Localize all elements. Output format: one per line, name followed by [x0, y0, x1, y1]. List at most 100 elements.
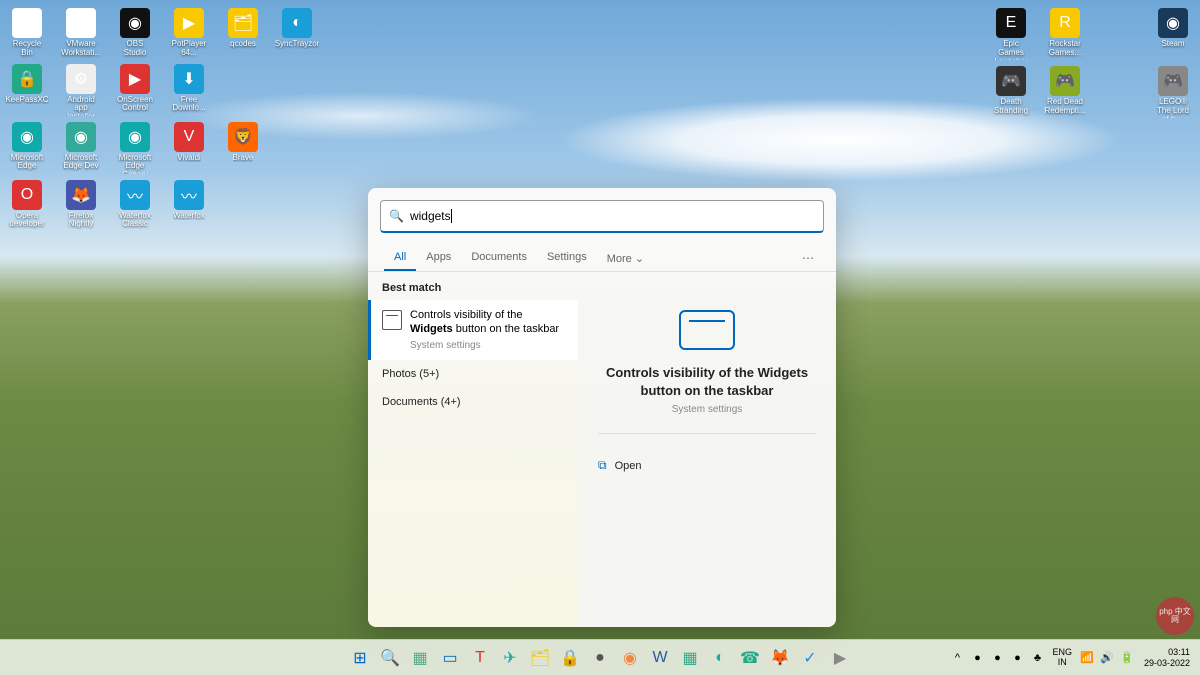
- taskbar-app-g[interactable]: ●: [587, 645, 613, 671]
- search-menu-icon[interactable]: ⋯: [796, 245, 820, 271]
- tray-tray-1[interactable]: ●: [968, 649, 986, 667]
- desktop-icon-epic-games-launcher[interactable]: EEpic Games Launcher: [992, 8, 1030, 60]
- taskbar-task-view[interactable]: ▦: [407, 645, 433, 671]
- app-icon: E: [996, 8, 1026, 38]
- desktop-icon-recycle-bin[interactable]: ♻Recycle Bin: [8, 8, 46, 58]
- tab-apps[interactable]: Apps: [416, 245, 461, 271]
- desktop-icon-waterfox-classic[interactable]: 〰Waterfox Classic: [116, 180, 154, 230]
- desktop-icon-red-dead-redempti-[interactable]: 🎮 Red Dead Redempti...: [1046, 66, 1084, 118]
- tab-all[interactable]: All: [384, 245, 416, 271]
- tray-tray-3[interactable]: ●: [1008, 649, 1026, 667]
- search-icon: 🔍: [389, 209, 404, 223]
- icon-label: LEGO® The Lord of th...: [1154, 98, 1192, 118]
- tab-documents[interactable]: Documents: [461, 245, 537, 271]
- icon-label: Vivaldi: [177, 154, 200, 163]
- firefox-icon: 🦊: [770, 648, 790, 668]
- detail-subtitle: System settings: [672, 404, 743, 415]
- icon-label: Firefox Nightly: [62, 212, 100, 230]
- tray-tray-2[interactable]: ●: [988, 649, 1006, 667]
- app-icon: ◉: [120, 8, 150, 38]
- taskbar-todo[interactable]: ✓: [797, 645, 823, 671]
- icon-label: qcodes: [230, 40, 256, 49]
- start-search-panel: 🔍 widgets All Apps Documents Settings Mo…: [368, 188, 836, 627]
- result-widgets-setting[interactable]: Controls visibility of the Widgets butto…: [368, 300, 578, 360]
- taskbar-telegram[interactable]: ✈: [497, 645, 523, 671]
- desktop-icon-lego-the-lord-of-th-[interactable]: 🎮LEGO® The Lord of th...: [1154, 66, 1192, 118]
- system-volume-icon[interactable]: 🔊: [1098, 649, 1116, 667]
- taskbar-app-lock[interactable]: 🔒: [557, 645, 583, 671]
- taskbar-app-run[interactable]: ▶: [827, 645, 853, 671]
- icon-label: Waterfox: [173, 212, 205, 221]
- app-icon: ◉: [120, 122, 150, 152]
- desktop-icon-android-app-installer[interactable]: ⚙Android app Installer: [62, 64, 100, 116]
- icon-label: Android app Installer: [62, 96, 100, 116]
- desktop-icon-potplayer-64-[interactable]: ▶PotPlayer 64...: [170, 8, 208, 58]
- icon-label: Red Dead Redempti...: [1045, 98, 1086, 116]
- taskbar-explorer[interactable]: 🗂: [527, 645, 553, 671]
- section-photos[interactable]: Photos (5+): [368, 360, 578, 388]
- taskbar-app-t[interactable]: T: [467, 645, 493, 671]
- start-icon: ⊞: [353, 648, 366, 668]
- language-switch[interactable]: ENGIN: [1048, 648, 1076, 668]
- desktop-icon-qcodes[interactable]: 🗂qcodes: [224, 8, 262, 58]
- app-icon: R: [1050, 8, 1080, 38]
- app-icon: 🎮: [1050, 66, 1080, 96]
- taskbar-whatsapp[interactable]: ☎: [737, 645, 763, 671]
- chrome-icon: ◉: [623, 648, 637, 668]
- todo-icon: ✓: [803, 648, 816, 668]
- desktop: ♻Recycle Bin ▦VMware Workstati... ◉ OBS Stu…: [0, 0, 1200, 640]
- open-action[interactable]: ⧉ Open: [594, 452, 820, 479]
- tray-chevron-up[interactable]: ^: [948, 649, 966, 667]
- taskbar-start[interactable]: ⊞: [347, 645, 373, 671]
- desktop-icon-waterfox[interactable]: 〰Waterfox: [170, 180, 208, 230]
- desktop-icon-obs-studio[interactable]: ◉ OBS Studio: [116, 8, 154, 58]
- icon-label: Recycle Bin: [8, 40, 46, 58]
- detail-title: Controls visibility of the Widgets butto…: [598, 364, 816, 400]
- system-wifi-icon[interactable]: 📶: [1078, 649, 1096, 667]
- desktop-icon-microsoft-edge-canary[interactable]: ◉Microsoft Edge Canary: [116, 122, 154, 174]
- system-battery-icon[interactable]: 🔋: [1118, 649, 1136, 667]
- app-icon: ◐: [282, 8, 312, 38]
- app-icon: 🦁: [228, 122, 258, 152]
- taskbar-widgets[interactable]: ▭: [437, 645, 463, 671]
- desktop-icon-brave[interactable]: 🦁Brave: [224, 122, 262, 174]
- desktop-icon-microsoft-edge[interactable]: ◉Microsoft Edge: [8, 122, 46, 174]
- desktop-icon-onscreen-control[interactable]: ▶OnScreen Control: [116, 64, 154, 116]
- desktop-icon-death-stranding[interactable]: 🎮Death Stranding: [992, 66, 1030, 118]
- desktop-icon-keepassxc[interactable]: 🔒KeePassXC: [8, 64, 46, 116]
- desktop-icon-vmware-workstati-[interactable]: ▦VMware Workstati...: [62, 8, 100, 58]
- app-icon: ⬇: [174, 64, 204, 94]
- desktop-icon-microsoft-edge-dev[interactable]: ◉Microsoft Edge Dev: [62, 122, 100, 174]
- desktop-icon-free-downlo-[interactable]: ⬇ Free Downlo...: [170, 64, 208, 116]
- taskbar-firefox[interactable]: 🦊: [767, 645, 793, 671]
- icon-label: Free Downlo...: [170, 96, 208, 114]
- taskbar-search[interactable]: 🔍: [377, 645, 403, 671]
- tray-tray-4[interactable]: ♣: [1028, 649, 1046, 667]
- taskbar-app-rss[interactable]: ▦: [677, 645, 703, 671]
- desktop-icon-vivaldi[interactable]: VVivaldi: [170, 122, 208, 174]
- result-detail: Controls visibility of the Widgets butto…: [578, 272, 836, 627]
- desktop-icon-opera-developer[interactable]: OOpera developer: [8, 180, 46, 230]
- telegram-icon: ✈: [503, 648, 516, 668]
- desktop-icon-steam[interactable]: ◉Steam: [1154, 8, 1192, 60]
- icon-label: OBS Studio: [116, 40, 154, 58]
- desktop-icon-rockstar-games-[interactable]: RRockstar Games...: [1046, 8, 1084, 60]
- search-box[interactable]: 🔍 widgets: [380, 200, 824, 233]
- app-icon: ◉: [66, 122, 96, 152]
- result-subtitle: System settings: [410, 339, 564, 352]
- desktop-icon-synctrayzor[interactable]: ◐SyncTrayzor: [278, 8, 316, 58]
- taskbar-word[interactable]: W: [647, 645, 673, 671]
- tab-settings[interactable]: Settings: [537, 245, 597, 271]
- app-icon: ◉: [1158, 8, 1188, 38]
- clock[interactable]: 03:1129-03-2022: [1138, 647, 1196, 669]
- app-lock-icon: 🔒: [560, 648, 580, 668]
- icon-label: OnScreen Control: [116, 96, 154, 114]
- icon-label: Microsoft Edge Canary: [116, 154, 154, 174]
- desktop-icon-firefox-nightly[interactable]: 🦊Firefox Nightly: [62, 180, 100, 230]
- app-icon: 🔒: [12, 64, 42, 94]
- taskbar-app-o[interactable]: ◐: [707, 645, 733, 671]
- taskbar-chrome[interactable]: ◉: [617, 645, 643, 671]
- section-documents[interactable]: Documents (4+): [368, 388, 578, 416]
- tab-more[interactable]: More ⌄: [597, 246, 654, 271]
- task-view-icon: ▦: [412, 648, 427, 668]
